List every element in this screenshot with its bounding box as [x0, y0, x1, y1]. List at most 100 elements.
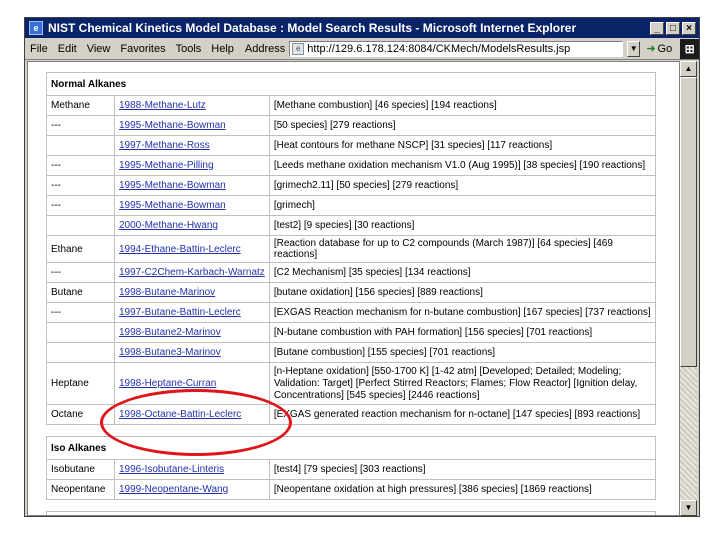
- description-cell: [Leeds methane oxidation mechanism V1.0 …: [268, 155, 657, 176]
- menu-favorites[interactable]: Favorites: [115, 43, 170, 55]
- description-cell: [Heat contours for methane NSCP] [31 spe…: [268, 135, 657, 156]
- table-row: Butane 1998-Butane-Marinov [butane oxidati…: [46, 282, 657, 303]
- description-cell: [N-butane combustion with PAH formation]…: [268, 322, 657, 343]
- model-link[interactable]: 1995-Methane-Pilling: [119, 160, 214, 171]
- close-button[interactable]: ×: [682, 21, 696, 35]
- compound-cell: [46, 215, 115, 236]
- model-link[interactable]: 1995-Methane-Bowman: [119, 200, 226, 211]
- menu-help[interactable]: Help: [206, 43, 239, 55]
- address-url[interactable]: http://129.6.178.124:8084/CKMech/ModelsR…: [307, 43, 570, 55]
- description-cell: [test2] [9 species] [30 reactions]: [268, 215, 657, 236]
- go-button[interactable]: ➜ Go: [646, 42, 672, 56]
- gap-cell: [46, 499, 656, 512]
- table-row: Neopentane 1999-Neopentane-Wang [Neopentan…: [46, 479, 657, 500]
- go-arrow-icon: ➜: [646, 43, 656, 55]
- model-cell: 1988-Methane-Lutz: [114, 95, 270, 116]
- compound-cell: Methane: [46, 95, 115, 116]
- model-cell: 1995-Methane-Bowman: [114, 195, 270, 216]
- minimize-button[interactable]: _: [650, 21, 664, 35]
- scroll-down-button[interactable]: ▼: [680, 500, 697, 516]
- table-row: --- 1995-Methane-Pilling [Leeds methane ox…: [46, 155, 657, 176]
- compound-cell: ---: [46, 155, 115, 176]
- model-link[interactable]: 1998-Butane2-Marinov: [119, 327, 221, 338]
- compound-cell: ---: [46, 262, 115, 283]
- model-link[interactable]: 1995-Methane-Bowman: [119, 180, 226, 191]
- description-cell: [Methane combustion] [46 species] [194 r…: [268, 95, 657, 116]
- page-icon: e: [292, 42, 305, 55]
- highlight-ellipse: [100, 389, 292, 456]
- table-row: 2000-Methane-Hwang [test2] [9 species] [3…: [46, 215, 657, 236]
- description-cell: [C2 Mechanism] [35 species] [134 reactio…: [268, 262, 657, 283]
- table-row: --- 1995-Methane-Bowman [grimech]: [46, 195, 657, 216]
- browser-window: e NIST Chemical Kinetics Model Database …: [24, 17, 700, 517]
- model-link[interactable]: 1997-C2Chem-Karbach-Warnatz: [119, 267, 265, 278]
- address-bar[interactable]: e http://129.6.178.124:8084/CKMech/Model…: [289, 40, 624, 57]
- table-row: 1998-Butane2-Marinov [N-butane combustion…: [46, 322, 657, 343]
- compound-cell: [46, 322, 115, 343]
- model-cell: 1997-Methane-Ross: [114, 135, 270, 156]
- description-cell: [EXGAS generated reaction mechanism for …: [268, 404, 657, 425]
- compound-cell: Ethane: [46, 235, 115, 263]
- model-cell: 1995-Methane-Bowman: [114, 115, 270, 136]
- menu-tools[interactable]: Tools: [171, 43, 207, 55]
- menu-file[interactable]: File: [25, 43, 53, 55]
- model-cell: 1997-C2Chem-Karbach-Warnatz: [114, 262, 270, 283]
- table-row: Methane 1988-Methane-Lutz [Methane combust…: [46, 95, 657, 116]
- model-link[interactable]: 1998-Butane3-Marinov: [119, 347, 221, 358]
- maximize-button[interactable]: □: [666, 21, 680, 35]
- model-cell: 1998-Butane2-Marinov: [114, 322, 270, 343]
- description-cell: [test4] [79 species] [303 reactions]: [268, 459, 657, 480]
- compound-cell: Heptane: [46, 362, 115, 405]
- description-cell: [grimech]: [268, 195, 657, 216]
- model-link[interactable]: 1997-Butane-Battin-Leclerc: [119, 307, 241, 318]
- table-row: 1997-Methane-Ross [Heat contours for meth…: [46, 135, 657, 156]
- description-cell: [Neopentane oxidation at high pressures]…: [268, 479, 657, 500]
- table-row: --- 1997-Butane-Battin-Leclerc [EXGAS Reac…: [46, 302, 657, 323]
- scroll-thumb[interactable]: [680, 77, 697, 367]
- table-row: --- 1995-Methane-Bowman [grimech2.11] [50 …: [46, 175, 657, 196]
- model-link[interactable]: 1998-Butane-Marinov: [119, 287, 215, 298]
- compound-cell: ---: [46, 195, 115, 216]
- window-title: NIST Chemical Kinetics Model Database : …: [48, 21, 577, 35]
- model-cell: 1995-Methane-Bowman: [114, 175, 270, 196]
- model-link[interactable]: 1998-Heptane-Curran: [119, 378, 216, 389]
- ie-icon: e: [29, 21, 43, 35]
- model-cell: 1994-Ethane-Battin-Leclerc: [114, 235, 270, 263]
- windows-logo-icon: ⊞: [680, 38, 699, 59]
- description-cell: [Reaction database for up to C2 compound…: [268, 235, 657, 263]
- section-header-row: Alkenes: [46, 511, 656, 515]
- model-cell: 1995-Methane-Pilling: [114, 155, 270, 176]
- table-row: 1998-Butane3-Marinov [Butane combustion] …: [46, 342, 657, 363]
- results-table: Normal Alkanes Methane 1988-Methane-Lutz [M…: [46, 72, 657, 515]
- scroll-up-button[interactable]: ▲: [680, 61, 697, 77]
- description-cell: [grimech2.11] [50 species] [279 reaction…: [268, 175, 657, 196]
- model-link[interactable]: 1995-Methane-Bowman: [119, 120, 226, 131]
- compound-cell: ---: [46, 175, 115, 196]
- section-gap: [46, 499, 656, 512]
- menu-edit[interactable]: Edit: [53, 43, 82, 55]
- model-link[interactable]: 2000-Methane-Hwang: [119, 220, 218, 231]
- vertical-scrollbar[interactable]: ▲ ▼: [680, 61, 697, 516]
- table-row: Ethane 1994-Ethane-Battin-Leclerc [Reactio…: [46, 235, 657, 263]
- compound-cell: [46, 135, 115, 156]
- description-cell: [butane oxidation] [156 species] [889 re…: [268, 282, 657, 303]
- table-row: --- 1997-C2Chem-Karbach-Warnatz [C2 Mechan…: [46, 262, 657, 283]
- compound-cell: ---: [46, 115, 115, 136]
- model-cell: 1997-Butane-Battin-Leclerc: [114, 302, 270, 323]
- menu-view[interactable]: View: [82, 43, 116, 55]
- address-dropdown-button[interactable]: ▼: [627, 40, 641, 57]
- description-cell: [n-Heptane oxidation] [550-1700 K] [1-42…: [268, 362, 657, 405]
- section-title: Alkenes: [46, 511, 656, 515]
- title-bar[interactable]: e NIST Chemical Kinetics Model Database …: [25, 18, 699, 38]
- model-link[interactable]: 1988-Methane-Lutz: [119, 100, 206, 111]
- model-link[interactable]: 1994-Ethane-Battin-Leclerc: [119, 244, 241, 255]
- table-row: --- 1995-Methane-Bowman [50 species] [279 …: [46, 115, 657, 136]
- model-link[interactable]: 1996-Isobutane-Linteris: [119, 464, 224, 475]
- compound-cell: Butane: [46, 282, 115, 303]
- model-cell: 1998-Butane-Marinov: [114, 282, 270, 303]
- page-content: Normal Alkanes Methane 1988-Methane-Lutz [M…: [27, 61, 680, 516]
- model-cell: 1998-Butane3-Marinov: [114, 342, 270, 363]
- compound-cell: Isobutane: [46, 459, 115, 480]
- model-link[interactable]: 1997-Methane-Ross: [119, 140, 210, 151]
- model-link[interactable]: 1999-Neopentane-Wang: [119, 484, 228, 495]
